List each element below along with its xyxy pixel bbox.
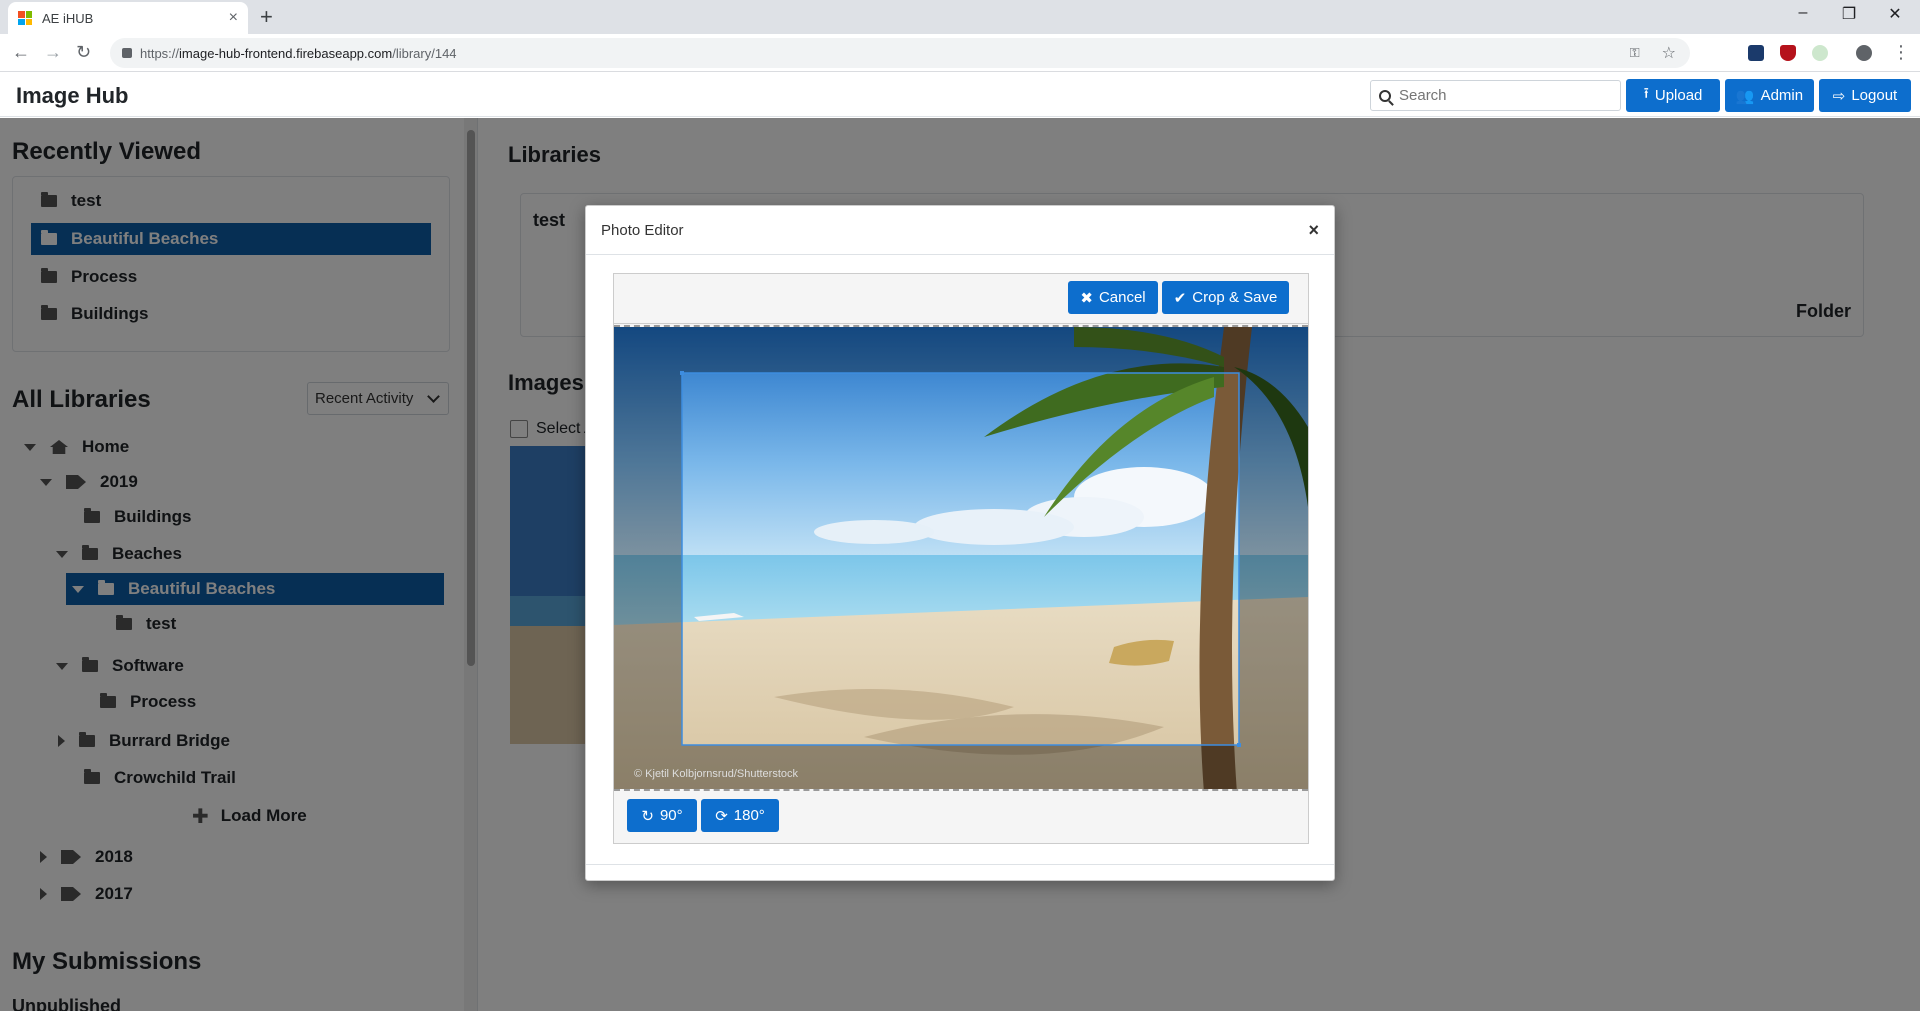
editor-toolbar: ✖ Cancel ✔ Crop & Save xyxy=(614,274,1308,324)
address-bar[interactable]: https://image-hub-frontend.firebaseapp.c… xyxy=(110,38,1690,68)
refresh-icon: ⟳ xyxy=(715,807,728,825)
rotate-180-button[interactable]: ⟳ 180° xyxy=(701,799,779,832)
crop-save-button[interactable]: ✔ Crop & Save xyxy=(1162,281,1289,314)
logout-button[interactable]: ⇨ Logout xyxy=(1819,79,1911,112)
cancel-button[interactable]: ✖ Cancel xyxy=(1068,281,1158,314)
rotate-right-icon: ↻ xyxy=(641,807,654,825)
menu-kebab-icon[interactable]: ⋮ xyxy=(1892,42,1910,63)
maximize-button[interactable]: ❐ xyxy=(1826,4,1872,24)
check-icon: ✔ xyxy=(1173,289,1187,307)
browser-tabstrip: AE iHUB × + – ❐ ✕ xyxy=(0,0,1920,34)
app-header: Image Hub ⭱ Upload 👥 Admin ⇨ Logout xyxy=(0,73,1920,117)
editor-rotate-bar: ↻ 90° ⟳ 180° xyxy=(614,792,1308,844)
close-icon: ✖ xyxy=(1080,289,1093,307)
lock-icon xyxy=(122,48,132,58)
tab-title: AE iHUB xyxy=(42,10,94,26)
search-icon xyxy=(1379,89,1391,102)
beach-photo: © Kjetil Kolbjornsrud/Shutterstock xyxy=(614,327,1308,789)
forward-arrow-icon[interactable]: → xyxy=(44,42,62,63)
brand-title[interactable]: Image Hub xyxy=(16,83,128,109)
key-icon[interactable]: ⚿ xyxy=(1630,45,1640,61)
url-text: https://image-hub-frontend.firebaseapp.c… xyxy=(140,45,457,61)
minimize-button[interactable]: – xyxy=(1780,4,1826,22)
modal-title: Photo Editor xyxy=(601,221,684,239)
bookmark-star-icon[interactable]: ☆ xyxy=(1662,43,1676,63)
browser-toolbar: ← → ↻ https://image-hub-frontend.firebas… xyxy=(0,34,1920,72)
browser-tab[interactable]: AE iHUB × xyxy=(8,2,248,34)
upload-icon: ⭱ xyxy=(1643,85,1649,102)
image-editor: ✖ Cancel ✔ Crop & Save © Kjetil Kolbjorn… xyxy=(613,273,1309,844)
tab-close-icon[interactable]: × xyxy=(229,9,238,27)
back-arrow-icon[interactable]: ← xyxy=(12,42,30,63)
crop-canvas[interactable]: © Kjetil Kolbjornsrud/Shutterstock xyxy=(614,325,1308,791)
search-input[interactable] xyxy=(1399,87,1609,104)
photo-watermark: © Kjetil Kolbjornsrud/Shutterstock xyxy=(634,768,799,780)
profile-avatar-icon[interactable] xyxy=(1856,45,1872,61)
search-box[interactable] xyxy=(1370,80,1621,111)
modal-header: Photo Editor × xyxy=(586,206,1334,255)
extension-icon[interactable] xyxy=(1748,45,1764,61)
users-icon: 👥 xyxy=(1735,87,1755,105)
photo-editor-modal: Photo Editor × ✖ Cancel ✔ Crop & Save © … xyxy=(585,205,1335,881)
microsoft-logo-icon xyxy=(18,11,32,25)
new-tab-button[interactable]: + xyxy=(260,4,273,30)
admin-button[interactable]: 👥 Admin xyxy=(1725,79,1814,112)
extension-icon-2[interactable] xyxy=(1812,45,1828,61)
logout-icon: ⇨ xyxy=(1832,87,1846,105)
reload-icon[interactable]: ↻ xyxy=(76,42,91,63)
window-close-button[interactable]: ✕ xyxy=(1872,4,1918,24)
modal-close-icon[interactable]: × xyxy=(1308,220,1319,241)
modal-footer xyxy=(586,864,1334,880)
upload-button[interactable]: ⭱ Upload xyxy=(1626,79,1720,112)
ublock-icon[interactable] xyxy=(1780,45,1796,61)
rotate-90-button[interactable]: ↻ 90° xyxy=(627,799,697,832)
